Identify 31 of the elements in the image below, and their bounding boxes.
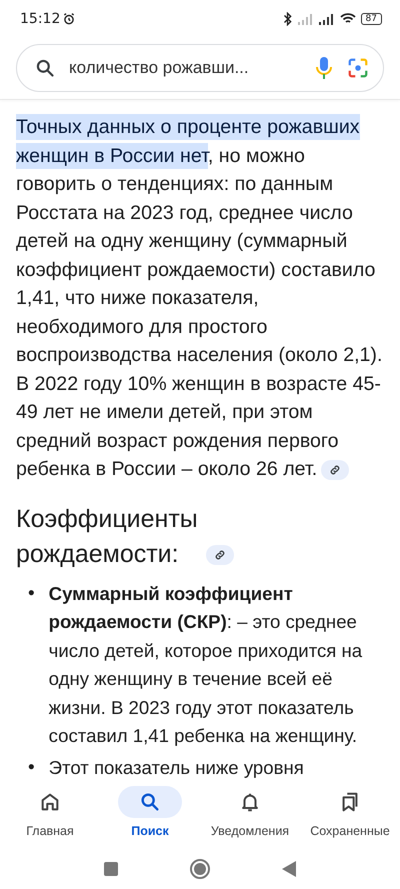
nav-tab[interactable]: Сохраненные bbox=[300, 778, 400, 848]
signal-icon bbox=[298, 13, 314, 25]
link-button[interactable] bbox=[321, 460, 350, 480]
search-field[interactable]: количество рожавши... bbox=[16, 44, 384, 92]
camera-lens-icon[interactable] bbox=[347, 57, 369, 79]
link-icon bbox=[214, 548, 226, 560]
link-icon bbox=[329, 464, 342, 476]
signal-icon bbox=[318, 13, 335, 25]
bullet-mark: • bbox=[28, 582, 35, 606]
answer-paragraph: Точных данных о проценте рожавших женщин в России нет, но можно говорить о тенденциях: по данным Росстата на 2023 год, среднее число детей на одну женщину (суммарный коэффициент рождаемости) составило 1,41, что ниже показателя, необходимого для простого воспроизводства населения (около 2,1). В 2022 году 10% женщин в возрасте 45-49 лет не имели детей, при этом средний возраст рождения первого ребенка в России – около 26 лет. bbox=[16, 113, 384, 482]
alarm-icon bbox=[62, 12, 76, 26]
home-icon bbox=[39, 791, 61, 813]
bullet-text: Суммарный коэффициент рождаемости (СКР): – это среднее число детей, которое приходится на одну женщину в течение всей её жизни. В 2023 году этот показатель составил 1,41 ребенка на женщину. bbox=[48, 582, 364, 748]
bullet-mark: • bbox=[28, 756, 35, 780]
link-button[interactable] bbox=[206, 544, 234, 564]
battery-level: 87 bbox=[360, 13, 382, 25]
bell-icon bbox=[239, 791, 261, 813]
home-button[interactable] bbox=[189, 858, 211, 880]
wifi-icon bbox=[340, 13, 356, 25]
nav-tab[interactable]: Главная bbox=[0, 778, 100, 848]
nav-tab[interactable]: Уведомления bbox=[200, 778, 300, 848]
clock-time: 15:12 bbox=[20, 11, 60, 27]
nav-tab[interactable]: Поиск bbox=[100, 778, 200, 848]
search-icon bbox=[35, 58, 55, 78]
bullet-text: Этот показатель ниже уровня bbox=[48, 756, 304, 780]
microphone-icon[interactable] bbox=[315, 56, 333, 80]
section-heading: Коэффициенты рождаемости: bbox=[16, 504, 199, 570]
search-icon bbox=[139, 791, 161, 813]
recents-button[interactable] bbox=[103, 860, 119, 876]
bluetooth-icon bbox=[282, 12, 293, 26]
back-button[interactable] bbox=[281, 860, 297, 878]
